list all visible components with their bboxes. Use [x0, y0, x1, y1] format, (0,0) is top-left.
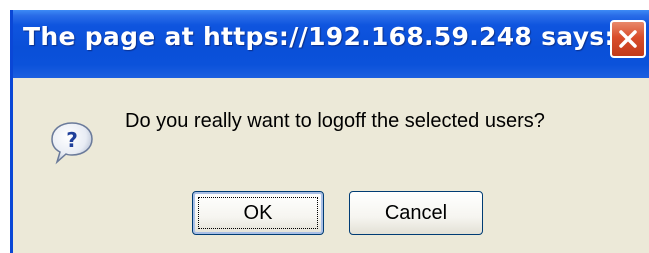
- ok-button[interactable]: OK: [192, 191, 324, 235]
- svg-text:?: ?: [66, 128, 78, 152]
- cancel-button-label: Cancel: [384, 201, 448, 224]
- dialog-title: The page at https://192.168.59.248 says:: [23, 22, 615, 51]
- dialog-message: Do you really want to logoff the selecte…: [125, 110, 545, 132]
- focus-ring: [198, 197, 318, 229]
- close-icon: [619, 30, 637, 48]
- question-icon: ?: [49, 120, 95, 171]
- confirm-dialog: The page at https://192.168.59.248 says:…: [10, 10, 649, 253]
- dialog-titlebar[interactable]: The page at https://192.168.59.248 says:: [13, 10, 649, 78]
- close-button[interactable]: [610, 20, 646, 58]
- dialog-body: ? Do you really want to logoff the selec…: [13, 78, 649, 253]
- cancel-button[interactable]: Cancel: [349, 191, 483, 235]
